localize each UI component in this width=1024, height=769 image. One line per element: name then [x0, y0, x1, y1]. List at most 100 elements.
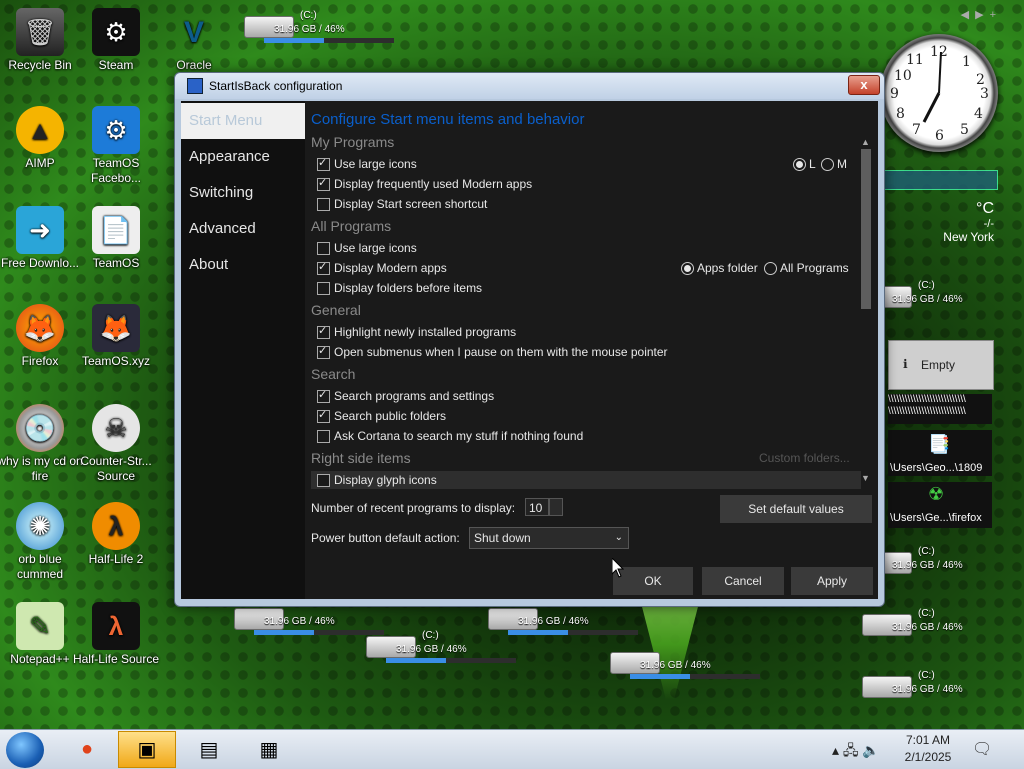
- checkbox[interactable]: [317, 281, 330, 295]
- nav-appearance[interactable]: Appearance: [181, 139, 305, 175]
- checkbox[interactable]: [317, 156, 330, 171]
- drive-usage-bar: [254, 630, 384, 635]
- aimp-icon: ▲: [16, 106, 64, 154]
- option-open-submenus[interactable]: Open submenus when I pause on them with …: [317, 344, 668, 359]
- settings-gear-icon: ⚙: [92, 106, 140, 154]
- shortcut-gadget[interactable]: 📑 \Users\Geo...\1809: [888, 430, 992, 476]
- option-use-large-icons[interactable]: Use large icons: [317, 156, 417, 171]
- taskbar-file-explorer[interactable]: ▤: [180, 731, 238, 768]
- option-display-folders-before-items[interactable]: Display folders before items: [317, 281, 482, 295]
- half-life-icon: λ: [92, 502, 140, 550]
- recent-programs-input[interactable]: 10: [525, 498, 549, 516]
- option-label: Display frequently used Modern apps: [334, 177, 533, 191]
- drive-name: (C:): [300, 10, 317, 21]
- taskbar-firefox[interactable]: ●: [58, 731, 116, 768]
- taskbar-clock[interactable]: 7:01 AM 2/1/2025: [900, 732, 956, 766]
- desktop-icon-label: TeamOS.xyz: [81, 354, 150, 368]
- window-title: StartIsBack configuration: [209, 79, 343, 93]
- desktop-icon-half-life-source[interactable]: λ Half-Life Source: [72, 602, 160, 667]
- desktop-icon-oracle[interactable]: V Oracle: [150, 8, 238, 73]
- radio-label: M: [837, 157, 847, 171]
- option-search-public-folders[interactable]: Search public folders: [317, 408, 446, 423]
- custom-folders-link[interactable]: Custom folders...: [759, 451, 850, 465]
- document-icon: 📄: [92, 206, 140, 254]
- nav-switching[interactable]: Switching: [181, 175, 305, 211]
- radio-all-programs[interactable]: All Programs: [764, 261, 849, 275]
- recent-programs-label: Number of recent programs to display:: [311, 501, 516, 515]
- option-display-glyph-icons[interactable]: Display glyph icons: [317, 473, 437, 487]
- nav-start-menu[interactable]: Start Menu: [181, 103, 305, 139]
- desktop-icon-half-life-2[interactable]: λ Half-Life 2: [72, 502, 160, 567]
- option-ask-cortana[interactable]: Ask Cortana to search my stuff if nothin…: [317, 429, 583, 443]
- apply-button[interactable]: Apply: [791, 567, 873, 595]
- drive-name: (C:): [918, 280, 935, 291]
- radio-size-l[interactable]: L: [793, 157, 816, 171]
- drive-usage-bar: [386, 658, 516, 663]
- nav-about[interactable]: About: [181, 247, 305, 283]
- checkbox[interactable]: [317, 260, 330, 275]
- drive-usage: 31.96 GB / 46%: [396, 644, 467, 655]
- ok-button[interactable]: OK: [613, 567, 693, 595]
- desktop-icon-label: Counter-Str... Source: [80, 454, 152, 483]
- desktop-icon-steam[interactable]: ⚙ Steam: [72, 8, 160, 73]
- desktop-icon-label: Steam: [98, 58, 134, 72]
- empty-gadget[interactable]: ℹ Empty: [888, 340, 994, 390]
- taskbar-startisback[interactable]: ▣: [118, 731, 176, 768]
- option-search-programs-settings[interactable]: Search programs and settings: [317, 388, 494, 403]
- checkbox[interactable]: [317, 408, 330, 423]
- start-orb-icon[interactable]: [6, 732, 44, 768]
- close-button[interactable]: x: [848, 75, 880, 95]
- desktop-icon-teamos[interactable]: 📄 TeamOS: [72, 206, 160, 271]
- drive-usage: 31.96 GB / 46%: [892, 622, 963, 633]
- weather-gadget: °C -/- New York: [884, 200, 994, 262]
- system-tray-icons[interactable]: ▴ 🖧 🔈: [832, 740, 880, 764]
- clock-date: 2/1/2025: [904, 750, 952, 764]
- recent-programs-spinner[interactable]: [549, 498, 563, 516]
- checkbox[interactable]: [317, 176, 330, 191]
- power-button-label: Power button default action:: [311, 531, 460, 545]
- taskbar-app[interactable]: ▦: [240, 731, 298, 768]
- window-titlebar[interactable]: StartIsBack configuration x: [175, 73, 884, 99]
- scrollbar-thumb[interactable]: [861, 149, 871, 309]
- scroll-up-icon[interactable]: ▲: [861, 137, 870, 147]
- checkbox[interactable]: [317, 429, 330, 443]
- checkbox[interactable]: [317, 324, 330, 339]
- option-display-modern-apps[interactable]: Display Modern apps: [317, 260, 447, 275]
- gadget-nav-arrows[interactable]: ◀▶+: [961, 8, 1002, 21]
- counter-strike-icon: ☠: [92, 404, 140, 452]
- checkbox[interactable]: [317, 388, 330, 403]
- radio-button[interactable]: [681, 261, 694, 275]
- radio-apps-folder[interactable]: Apps folder: [681, 261, 758, 275]
- desktop-icon-teamos-xyz[interactable]: 🦊 TeamOS.xyz: [72, 304, 160, 369]
- option-label: Highlight newly installed programs: [334, 325, 517, 339]
- checkbox[interactable]: [317, 473, 330, 487]
- set-default-values-button[interactable]: Set default values: [720, 495, 872, 523]
- option-display-start-screen-shortcut[interactable]: Display Start screen shortcut: [317, 197, 487, 211]
- slashes-gadget: \\\\\\\\\\\\\\\\\\\\\\\\\\\\ \\\\\\\\\\\…: [888, 394, 992, 424]
- checkbox[interactable]: [317, 197, 330, 211]
- radio-button[interactable]: [764, 261, 777, 275]
- checkbox[interactable]: [317, 241, 330, 255]
- radio-button[interactable]: [821, 157, 834, 171]
- drive-usage: 31.96 GB / 46%: [274, 24, 345, 35]
- chevron-down-icon: ⌄: [614, 532, 623, 543]
- drive-usage-bar: [630, 674, 760, 679]
- radio-size-m[interactable]: M: [821, 157, 847, 171]
- notification-icon[interactable]: 🗨: [972, 739, 992, 759]
- desktop-icon-label: why is my cd on fire: [0, 454, 83, 483]
- nav-advanced[interactable]: Advanced: [181, 211, 305, 247]
- cancel-button[interactable]: Cancel: [702, 567, 784, 595]
- app-window-icon: ▦: [259, 739, 279, 761]
- power-action-select[interactable]: Shut down ⌄: [469, 527, 629, 549]
- analog-clock-gadget: 12 1 2 3 4 5 6 7 8 9 10 11: [880, 34, 998, 152]
- option-use-large-icons-all[interactable]: Use large icons: [317, 241, 417, 255]
- shortcut-gadget[interactable]: ☢ \Users\Ge...\firefox: [888, 482, 992, 528]
- taskbar: ● ▣ ▤ ▦ ▴ 🖧 🔈 7:01 AM 2/1/2025 🗨: [0, 729, 1024, 769]
- scroll-down-icon[interactable]: ▼: [861, 473, 870, 483]
- desktop-icon-teamos-facebook[interactable]: ⚙ TeamOS Facebo...: [72, 106, 160, 186]
- radio-button[interactable]: [793, 157, 806, 171]
- option-highlight-new-programs[interactable]: Highlight newly installed programs: [317, 324, 517, 339]
- desktop-icon-counter-strike[interactable]: ☠ Counter-Str... Source: [72, 404, 160, 484]
- checkbox[interactable]: [317, 344, 330, 359]
- option-display-frequent-modern-apps[interactable]: Display frequently used Modern apps: [317, 176, 533, 191]
